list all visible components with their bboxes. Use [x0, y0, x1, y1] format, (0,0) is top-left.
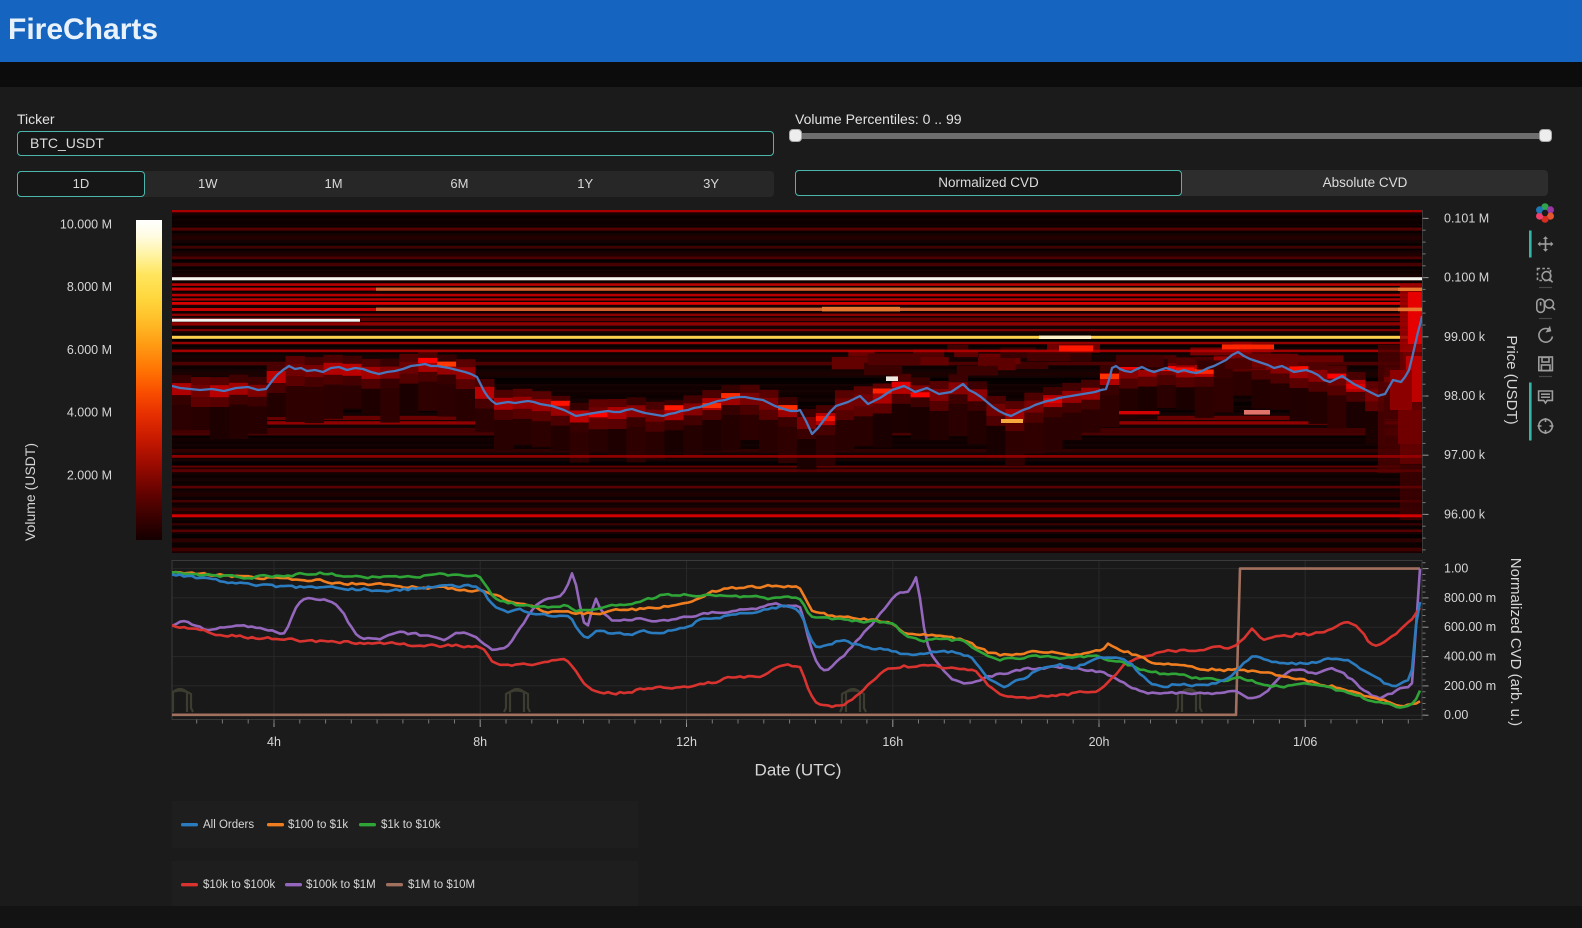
svg-text:Price (USDT): Price (USDT) [1503, 335, 1520, 424]
svg-text:$100k to $1M: $100k to $1M [306, 879, 376, 891]
svg-text:0.100 M: 0.100 M [1444, 271, 1489, 285]
svg-text:20h: 20h [1089, 735, 1110, 749]
svg-text:400.00 m: 400.00 m [1444, 650, 1496, 664]
svg-text:0.00: 0.00 [1444, 708, 1468, 722]
svg-text:8h: 8h [473, 735, 487, 749]
svg-text:4.000 M: 4.000 M [67, 406, 112, 420]
svg-text:0.101 M: 0.101 M [1444, 211, 1489, 225]
svg-text:200.00 m: 200.00 m [1444, 679, 1496, 693]
svg-text:96.00 k: 96.00 k [1444, 507, 1486, 521]
svg-text:All Orders: All Orders [203, 819, 254, 831]
svg-text:800.00 m: 800.00 m [1444, 591, 1496, 605]
svg-text:Normalized CVD (arb. u.): Normalized CVD (arb. u.) [1507, 558, 1524, 726]
svg-text:6.000 M: 6.000 M [67, 343, 112, 357]
svg-text:97.00 k: 97.00 k [1444, 448, 1486, 462]
svg-text:Volume (USDT): Volume (USDT) [22, 443, 38, 541]
svg-text:Date (UTC): Date (UTC) [755, 761, 842, 780]
svg-text:$1M to $10M: $1M to $10M [408, 879, 475, 891]
svg-text:$10k to $100k: $10k to $100k [203, 879, 276, 891]
svg-text:4h: 4h [267, 735, 281, 749]
svg-text:99.00 k: 99.00 k [1444, 330, 1486, 344]
svg-text:8.000 M: 8.000 M [67, 280, 112, 294]
svg-text:1/06: 1/06 [1293, 735, 1317, 749]
svg-text:600.00 m: 600.00 m [1444, 620, 1496, 634]
svg-text:$100 to $1k: $100 to $1k [288, 819, 348, 831]
svg-text:98.00 k: 98.00 k [1444, 389, 1486, 403]
svg-text:2.000 M: 2.000 M [67, 468, 112, 482]
svg-text:10.000 M: 10.000 M [60, 218, 112, 232]
svg-text:12h: 12h [676, 735, 697, 749]
svg-text:16h: 16h [882, 735, 903, 749]
svg-text:$1k to $10k: $1k to $10k [381, 819, 441, 831]
svg-text:1.00: 1.00 [1444, 562, 1468, 576]
